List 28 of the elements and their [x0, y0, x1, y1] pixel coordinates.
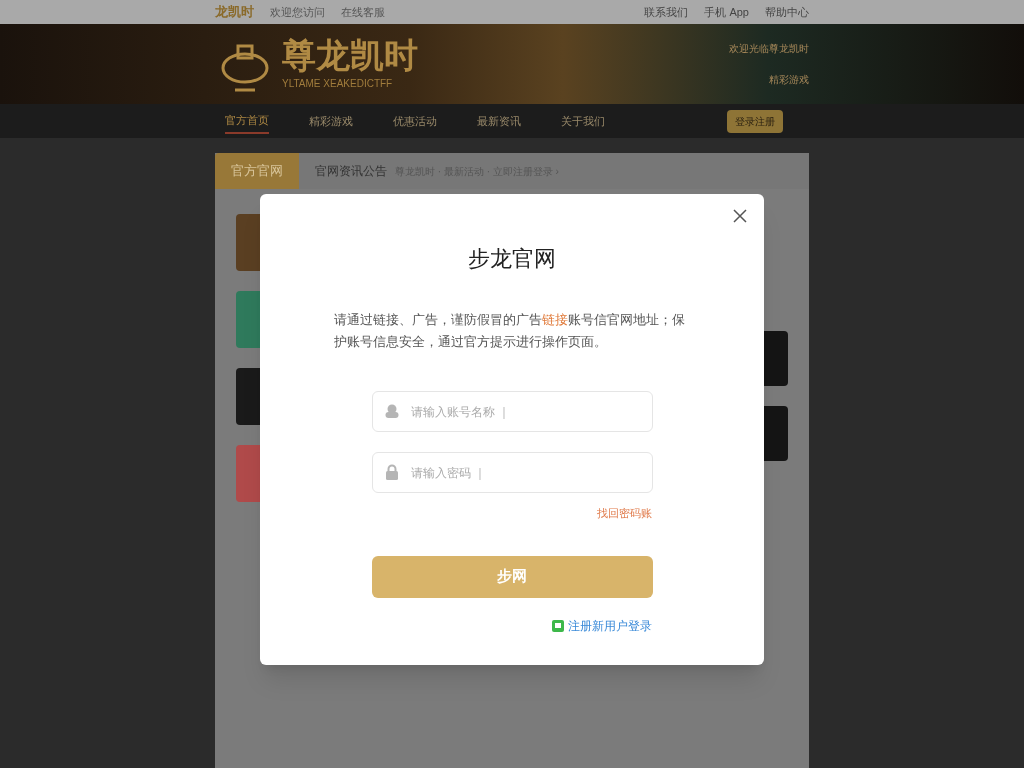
top-link[interactable]: 手机 App [704, 3, 749, 21]
nav-tab[interactable]: 最新资讯 [477, 108, 521, 134]
dialog-title: 步龙官网 [468, 245, 556, 273]
nav-tab[interactable]: 优惠活动 [393, 108, 437, 134]
banner-subtitle: YLTAME XEAKEDICTFF [282, 76, 394, 91]
breadcrumb-title: 官网资讯公告 [315, 163, 387, 180]
register-link[interactable]: 注册新用户登录 [552, 616, 652, 635]
banner-text: 欢迎光临尊龙凯时 [729, 42, 809, 56]
nav-tab[interactable]: 关于我们 [561, 108, 605, 134]
lock-icon [383, 464, 400, 480]
input-field[interactable]: 请输入账号名称 ｜ [371, 391, 653, 432]
notice-text: 请通过链接、广告，谨防假冒的广告链接账号信官网地址；保护账号信息安全，通过官方提示进行操作页面。 [334, 311, 686, 351]
top-link[interactable]: 帮助中心 [765, 3, 809, 21]
top-link[interactable]: 联系我们 [644, 3, 689, 21]
forgot-password-link[interactable]: 找回密码账 [597, 505, 652, 522]
register-text: 注册新用户登录 [568, 617, 652, 635]
nav-tab[interactable]: 官方首页 [225, 107, 269, 135]
nav-tab[interactable]: 精彩游戏 [309, 108, 353, 134]
input-field[interactable]: 请输入密码 ｜ [371, 452, 653, 493]
banner-text: 精彩游戏 [769, 73, 809, 87]
close-icon[interactable] [732, 208, 748, 224]
top-link[interactable]: 欢迎您访问 [270, 3, 325, 21]
user-icon [383, 403, 400, 419]
top-link[interactable]: 在线客服 [341, 3, 385, 21]
panel-tab[interactable]: 官方官网 [215, 153, 299, 189]
chat-icon [552, 619, 564, 632]
login-register-button[interactable]: 登录注册 [727, 109, 783, 133]
banner-title: 尊龙凯时 [282, 37, 418, 72]
